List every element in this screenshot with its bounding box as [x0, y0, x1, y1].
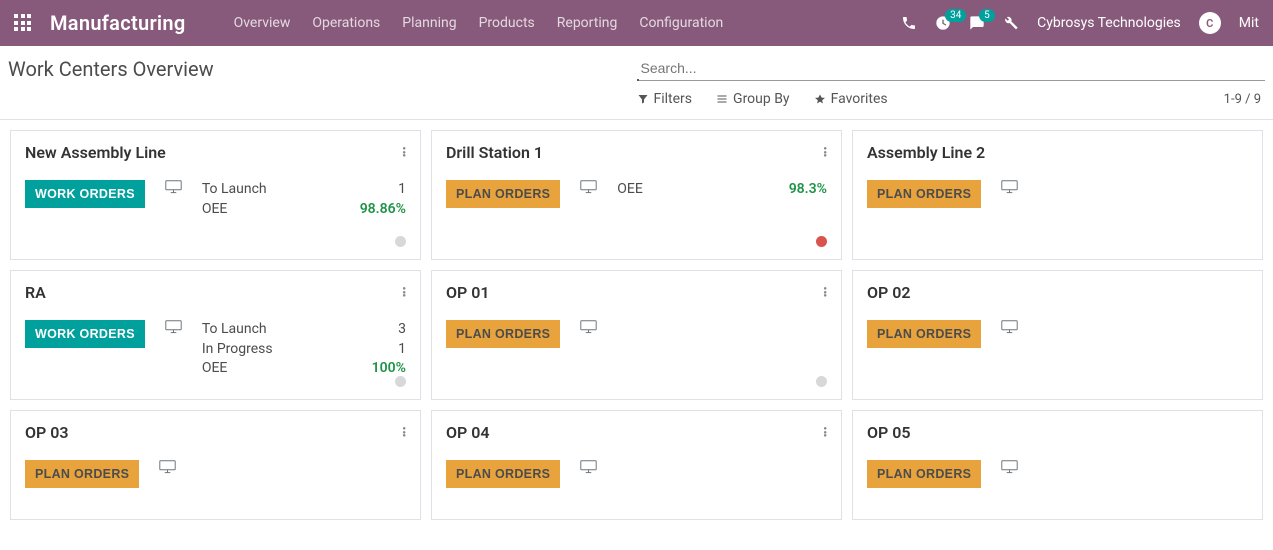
- workcenter-card: RA ●●● WORK ORDERS To Launch 3 In Progress 1 OE…: [10, 270, 421, 400]
- menu-item-planning[interactable]: Planning: [402, 15, 456, 31]
- work-orders-button[interactable]: WORK ORDERS: [25, 180, 145, 208]
- status-dot[interactable]: [816, 376, 827, 387]
- workcenter-card: OP 05 PLAN ORDERS: [852, 410, 1263, 520]
- card-title[interactable]: OP 02: [867, 283, 911, 302]
- card-menu-icon[interactable]: ●●●: [402, 287, 406, 298]
- pager[interactable]: 1-9 / 9: [1224, 92, 1265, 107]
- brand: Manufacturing: [14, 11, 186, 35]
- filters-button[interactable]: Filters: [637, 91, 693, 107]
- display-icon[interactable]: [1001, 320, 1018, 334]
- card-menu-icon[interactable]: ●●●: [823, 147, 827, 158]
- menu-item-overview[interactable]: Overview: [234, 15, 291, 31]
- workcenter-card: Assembly Line 2 PLAN ORDERS: [852, 130, 1263, 260]
- topnav: Manufacturing Overview Operations Planning…: [0, 0, 1273, 46]
- plan-orders-button[interactable]: PLAN ORDERS: [446, 460, 560, 488]
- card-stats: To Launch 1 OEE 98.86%: [202, 180, 406, 219]
- workcenter-card: OP 03 ●●● PLAN ORDERS: [10, 410, 421, 520]
- menu-item-products[interactable]: Products: [479, 15, 535, 31]
- plan-orders-button[interactable]: PLAN ORDERS: [867, 320, 981, 348]
- card-menu-icon[interactable]: ●●●: [402, 147, 406, 158]
- card-title[interactable]: RA: [25, 283, 46, 302]
- card-stats: To Launch3In Progress1OEE100%: [202, 320, 406, 379]
- stat-label: In Progress: [202, 340, 273, 360]
- stat-label: To Launch: [202, 180, 267, 200]
- plan-orders-button[interactable]: PLAN ORDERS: [867, 460, 981, 488]
- stat-label: OEE: [202, 200, 228, 220]
- user-short[interactable]: Mit: [1239, 15, 1259, 31]
- workcenter-card: OP 02 PLAN ORDERS: [852, 270, 1263, 400]
- workcenter-card: OP 04 ●●● PLAN ORDERS: [431, 410, 842, 520]
- kanban-grid: New Assembly Line ●●● WORK ORDERS To Launch…: [0, 120, 1273, 520]
- company-name[interactable]: Cybrosys Technologies: [1037, 15, 1181, 31]
- menu-item-configuration[interactable]: Configuration: [639, 15, 723, 31]
- work-orders-button[interactable]: WORK ORDERS: [25, 320, 145, 348]
- favorites-label: Favorites: [831, 91, 888, 107]
- plan-orders-button[interactable]: PLAN ORDERS: [25, 460, 139, 488]
- display-icon[interactable]: [580, 320, 597, 334]
- groupby-label: Group By: [733, 91, 790, 107]
- display-icon[interactable]: [165, 320, 182, 334]
- display-icon[interactable]: [165, 180, 182, 194]
- stat-value: 98.3%: [767, 180, 827, 200]
- display-icon[interactable]: [580, 460, 597, 474]
- stat-value: 98.86%: [346, 200, 406, 220]
- card-title[interactable]: OP 05: [867, 423, 911, 442]
- stat-value: 3: [346, 320, 406, 340]
- phone-icon[interactable]: [901, 15, 917, 31]
- card-title[interactable]: New Assembly Line: [25, 143, 166, 162]
- display-icon[interactable]: [580, 180, 597, 194]
- status-dot[interactable]: [816, 236, 827, 247]
- card-title[interactable]: OP 01: [446, 283, 490, 302]
- tools-icon[interactable]: [1003, 15, 1019, 31]
- card-title[interactable]: OP 03: [25, 423, 69, 442]
- plan-orders-button[interactable]: PLAN ORDERS: [446, 320, 560, 348]
- topnav-menu: Overview Operations Planning Products Report…: [234, 15, 724, 31]
- card-menu-icon[interactable]: ●●●: [823, 427, 827, 438]
- plan-orders-button[interactable]: PLAN ORDERS: [867, 180, 981, 208]
- display-icon[interactable]: [159, 460, 176, 474]
- display-icon[interactable]: [1001, 460, 1018, 474]
- apps-icon[interactable]: [14, 14, 32, 32]
- control-panel: Work Centers Overview Filters Group By F…: [0, 46, 1273, 119]
- stat-value: 1: [346, 340, 406, 360]
- stat-value: 1: [346, 180, 406, 200]
- card-menu-icon[interactable]: ●●●: [823, 287, 827, 298]
- stat-label: OEE: [617, 180, 643, 200]
- activities-badge: 34: [945, 9, 966, 22]
- favorites-button[interactable]: Favorites: [814, 91, 888, 107]
- plan-orders-button[interactable]: PLAN ORDERS: [446, 180, 560, 208]
- card-title[interactable]: OP 04: [446, 423, 490, 442]
- card-title[interactable]: Drill Station 1: [446, 143, 543, 162]
- activities-icon[interactable]: 34: [935, 15, 951, 31]
- search-input[interactable]: [637, 56, 1266, 80]
- topnav-right: 34 5 Cybrosys Technologies C Mit: [901, 12, 1259, 34]
- app-title[interactable]: Manufacturing: [50, 11, 186, 35]
- card-title[interactable]: Assembly Line 2: [867, 143, 985, 162]
- status-dot[interactable]: [395, 236, 406, 247]
- messages-icon[interactable]: 5: [969, 15, 985, 31]
- workcenter-card: New Assembly Line ●●● WORK ORDERS To Launch…: [10, 130, 421, 260]
- avatar[interactable]: C: [1199, 12, 1221, 34]
- search-wrap: [637, 56, 1266, 81]
- menu-item-operations[interactable]: Operations: [312, 15, 380, 31]
- page-title: Work Centers Overview: [8, 57, 637, 81]
- groupby-button[interactable]: Group By: [716, 91, 790, 107]
- workcenter-card: OP 01 ●●● PLAN ORDERS: [431, 270, 842, 400]
- workcenter-card: Drill Station 1 ●●● PLAN ORDERS OEE 98.3%: [431, 130, 842, 260]
- menu-item-reporting[interactable]: Reporting: [557, 15, 618, 31]
- filters-label: Filters: [654, 91, 693, 107]
- display-icon[interactable]: [1001, 180, 1018, 194]
- stat-label: OEE: [202, 359, 228, 379]
- card-menu-icon[interactable]: ●●●: [402, 427, 406, 438]
- stat-label: To Launch: [202, 320, 267, 340]
- card-stats: OEE 98.3%: [617, 180, 827, 200]
- status-dot[interactable]: [395, 376, 406, 387]
- messages-badge: 5: [979, 9, 995, 22]
